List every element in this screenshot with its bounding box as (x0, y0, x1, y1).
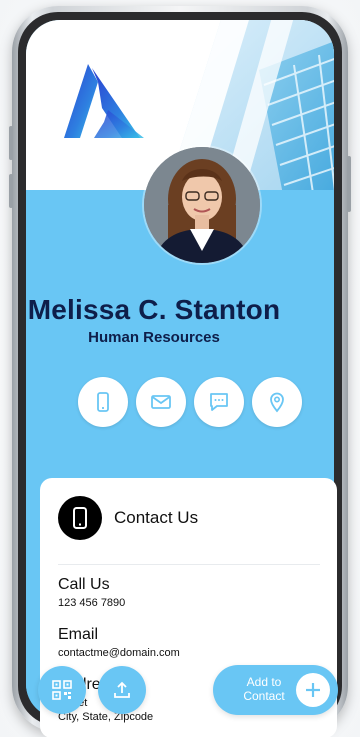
add-to-contact-button[interactable]: Add to Contact (213, 665, 338, 715)
share-button[interactable] (98, 666, 146, 714)
volume-up-button (9, 126, 13, 160)
device-mockup: Melissa C. Stanton Human Resources Conta… (0, 0, 360, 737)
message-button[interactable] (194, 377, 244, 427)
company-logo (64, 64, 144, 138)
call-value[interactable]: 123 456 7890 (58, 597, 125, 609)
power-button (347, 156, 351, 212)
location-button[interactable] (252, 377, 302, 427)
phone-icon (97, 392, 109, 412)
contact-card-divider (58, 564, 320, 565)
qr-code-button[interactable] (38, 666, 86, 714)
address-city: City, State, Zipcode (58, 711, 154, 723)
contact-card-icon (58, 496, 102, 540)
call-button[interactable] (78, 377, 128, 427)
location-pin-icon (270, 392, 284, 413)
chat-icon (210, 393, 228, 411)
contact-card-title: Contact Us (114, 508, 199, 527)
profile-role: Human Resources (88, 329, 220, 346)
phone-icon (73, 507, 87, 529)
qr-code-icon (52, 680, 72, 700)
avatar (144, 147, 260, 263)
volume-down-button (9, 174, 13, 208)
add-to-contact-label: Add to Contact (243, 675, 285, 703)
mail-icon (151, 395, 171, 409)
quick-actions (52, 377, 302, 431)
email-button[interactable] (136, 377, 186, 427)
call-label: Call Us (58, 576, 110, 593)
profile-name: Melissa C. Stanton (27, 294, 281, 325)
email-value[interactable]: contactme@domain.com (58, 647, 180, 659)
email-label: Email (58, 626, 99, 643)
plus-icon (296, 673, 330, 707)
profile-photo (144, 147, 260, 263)
upload-icon (114, 681, 130, 698)
